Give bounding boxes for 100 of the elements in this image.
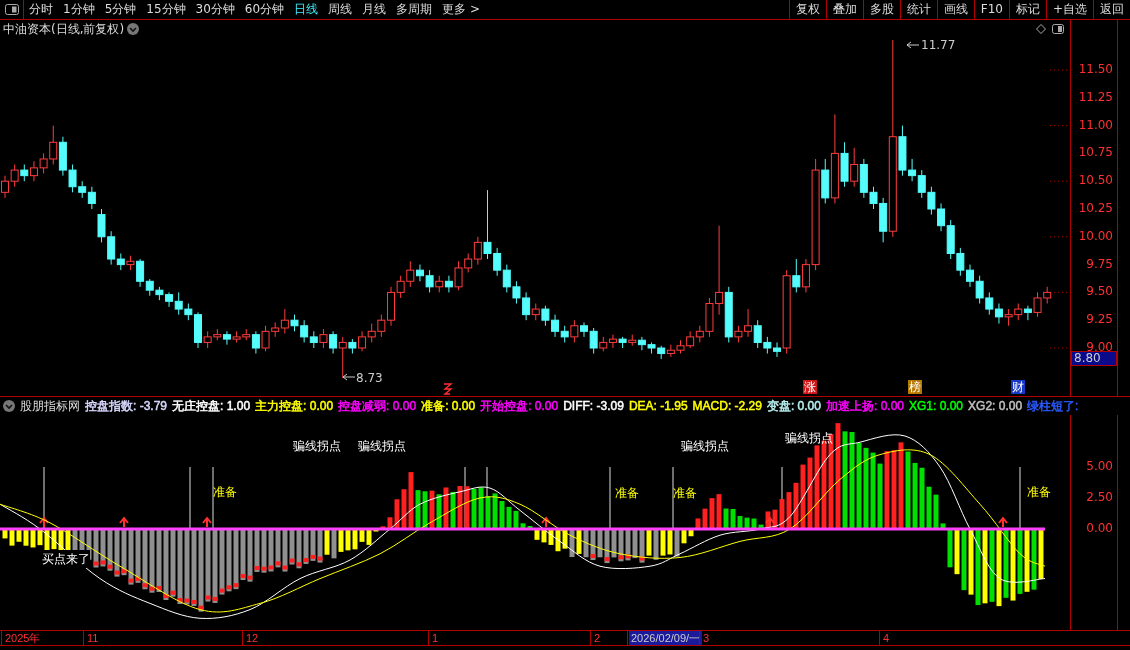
candlestick [1, 175, 9, 199]
dropdown-icon[interactable] [3, 400, 15, 412]
axis-label: 11.00 [1078, 118, 1113, 131]
candlestick [608, 334, 617, 349]
price-label: 8.73 [356, 371, 383, 385]
toolbar-button[interactable]: 统计 [899, 0, 937, 19]
signal-label: 骗线拐点 [293, 438, 341, 455]
indicator-value: 绿柱短了: [1027, 398, 1079, 415]
date-label: 1 [431, 631, 440, 645]
diamond-icon[interactable] [1036, 24, 1046, 34]
indicator-value: XG2: 0.00 [968, 398, 1023, 415]
candlestick [222, 330, 231, 346]
indicator-value: DIFF: -3.09 [563, 398, 624, 415]
indicator-value: XG1: 0.00 [909, 398, 964, 415]
toolbar-button[interactable]: 复权 [788, 0, 826, 19]
toolbar-button[interactable]: F10 [973, 0, 1009, 19]
toolbar-button[interactable]: 标记 [1008, 0, 1046, 19]
signal-label: 买点来了 [42, 550, 90, 568]
candlestick [251, 330, 260, 355]
candlestick [444, 275, 453, 293]
leader-line [342, 373, 356, 381]
candlestick [10, 164, 19, 188]
leader-line [906, 41, 920, 49]
period-tab[interactable]: 5分钟 [99, 0, 142, 19]
period-tab[interactable]: 1分钟 [58, 0, 100, 19]
period-tab[interactable]: 更多 > [437, 0, 485, 19]
signal-label: 骗线拐点 [358, 438, 406, 455]
axis-label: 10.25 [1078, 202, 1113, 214]
date-label: 2026/02/09/一 [629, 631, 703, 645]
candlestick [580, 321, 588, 338]
indicator-value: 开始控盘: 0.00 [480, 398, 559, 415]
price-label: 11.77 [921, 38, 956, 52]
candlestick [473, 236, 482, 266]
indicator-value: DEA: -1.95 [628, 398, 688, 415]
panel-toggle-icon[interactable] [1052, 24, 1064, 34]
event-badge[interactable]: 榜 [908, 380, 922, 394]
candlestick [329, 330, 338, 355]
axis-label: 0.00 [1086, 522, 1113, 534]
indicator-value: 准备: 0.00 [421, 398, 476, 415]
indicator-value: MACD: -2.29 [692, 398, 762, 415]
period-tab[interactable]: 15分钟 [141, 0, 191, 19]
period-tab[interactable]: 周线 [323, 0, 358, 19]
event-badge[interactable]: 财 [1011, 380, 1025, 394]
indicator-value: 控盘指数: -3.79 [85, 398, 168, 415]
toolbar-button[interactable]: 多股 [862, 0, 900, 19]
date-label: 2 [593, 631, 602, 645]
chart-title: 中油资本(日线,前复权) [3, 21, 125, 38]
date-label: 11 [86, 631, 100, 645]
axis-label: 11.25 [1078, 90, 1113, 103]
candlestick [338, 336, 347, 379]
candlestick [994, 303, 1003, 325]
candlestick [1023, 305, 1032, 321]
date-label: 3 [702, 631, 711, 645]
signal-label: 准备 [673, 485, 697, 502]
axis-label: 10.00 [1078, 229, 1113, 242]
candlestick [589, 327, 598, 355]
indicator-value: 无庄控盘: 1.00 [172, 398, 251, 415]
period-tab[interactable]: 多周期 [391, 0, 438, 19]
candlestick [319, 328, 328, 349]
indicator-value: 变盘: 0.00 [766, 398, 821, 415]
period-tab[interactable]: 分时 [24, 0, 58, 19]
axis-label: 11.50 [1078, 63, 1113, 75]
event-icon[interactable] [443, 383, 453, 395]
event-badge[interactable]: 涨 [803, 380, 817, 394]
candlestick [570, 319, 579, 343]
date-label: 12 [245, 631, 260, 645]
toolbar-button[interactable]: +自选 [1045, 0, 1093, 19]
dropdown-icon[interactable] [127, 23, 140, 35]
candlestick [850, 147, 859, 188]
axis-label: 9.25 [1086, 313, 1113, 326]
signal-label: 骗线拐点 [681, 438, 729, 455]
candlestick [136, 258, 145, 288]
indicator-value: 主力控盘: 0.00 [255, 398, 334, 415]
indicator-name: 股朋指标网 [20, 398, 80, 415]
candlestick [280, 308, 289, 335]
date-label: 4 [882, 631, 891, 645]
toolbar-button[interactable]: 叠加 [825, 0, 863, 19]
current-price-label: 8.80 [1071, 351, 1117, 366]
signal-label: 准备 [213, 484, 237, 501]
candlestick [358, 330, 367, 352]
toolbar-button[interactable]: 画线 [936, 0, 974, 19]
axis-label: 5.00 [1086, 460, 1113, 472]
axis-label: 2.50 [1086, 491, 1113, 503]
period-tab[interactable]: 60分钟 [239, 0, 290, 19]
signal-label: 准备 [615, 485, 639, 502]
candlestick [792, 258, 801, 293]
period-tab[interactable]: 30分钟 [190, 0, 240, 19]
axis-label: 10.50 [1078, 174, 1113, 187]
date-label: 2025年 [4, 631, 42, 645]
axis-label: 9.75 [1086, 257, 1113, 270]
indicator-value: 控盘减弱: 0.00 [338, 398, 417, 415]
period-tab[interactable]: 月线 [357, 0, 392, 19]
axis-label: 9.00 [1086, 341, 1113, 353]
panel-toggle-icon[interactable] [4, 4, 19, 15]
indicator-value: 加速上扬: 0.00 [825, 398, 904, 415]
period-tab[interactable]: 日线 [289, 0, 324, 19]
signal-label: 准备 [1027, 484, 1051, 501]
axis-label: 9.50 [1086, 285, 1113, 298]
axis-label: 10.75 [1078, 146, 1113, 159]
toolbar-button[interactable]: 返回 [1093, 0, 1130, 19]
